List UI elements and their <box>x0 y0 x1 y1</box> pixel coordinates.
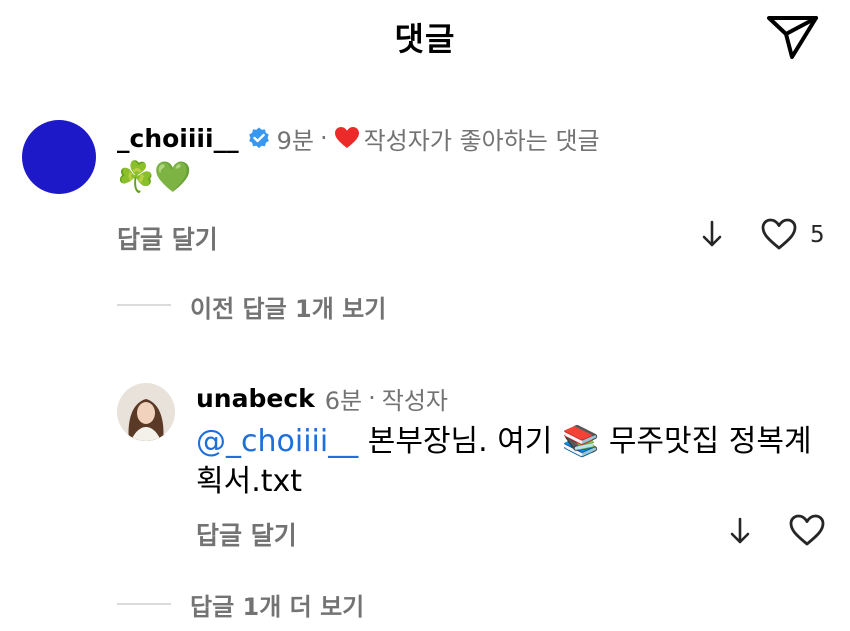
heart-outline-icon[interactable] <box>760 217 798 251</box>
comment-text: ☘️💚 <box>117 160 192 195</box>
username[interactable]: unabeck <box>196 384 315 413</box>
heart-outline-icon[interactable] <box>788 513 826 547</box>
reply-button[interactable]: 답글 달기 <box>117 220 218 256</box>
mention-link[interactable]: @_choiiii__ <box>196 424 358 459</box>
page-title: 댓글 <box>394 20 456 58</box>
thread-divider <box>117 603 171 605</box>
red-heart-icon <box>334 127 359 148</box>
username[interactable]: _choiiii__ <box>117 124 239 153</box>
comment-meta: unabeck 6분 · 작성자 <box>196 378 448 418</box>
profile-photo <box>117 383 175 441</box>
timestamp: 6분 <box>324 386 363 415</box>
avatar[interactable] <box>22 120 96 194</box>
verified-badge-icon <box>248 127 269 149</box>
view-more-replies-button[interactable]: 답글 1개 더 보기 <box>190 587 364 622</box>
like-count: 5 <box>810 222 825 248</box>
comment-text: @_choiiii__ 본부장님. 여기 📚 무주맛집 정복계획서.txt <box>196 422 836 502</box>
arrow-down-icon[interactable] <box>700 219 724 249</box>
liked-by-author-label: 작성자가 좋아하는 댓글 <box>363 126 600 155</box>
timestamp: 9분 <box>276 126 314 155</box>
reply-button[interactable]: 답글 달기 <box>196 516 297 552</box>
view-previous-replies-button[interactable]: 이전 답글 1개 보기 <box>190 289 386 324</box>
paper-plane-icon[interactable] <box>762 10 822 62</box>
comment-meta: _choiiii__ 9분 · 작성자가 좋아하는 댓글 <box>117 118 600 158</box>
separator-dot: · <box>319 124 328 152</box>
author-badge: 작성자 <box>381 386 449 415</box>
thread-divider <box>117 304 171 306</box>
arrow-down-icon[interactable] <box>728 516 752 546</box>
avatar[interactable] <box>117 383 175 441</box>
separator-dot: · <box>368 384 376 412</box>
